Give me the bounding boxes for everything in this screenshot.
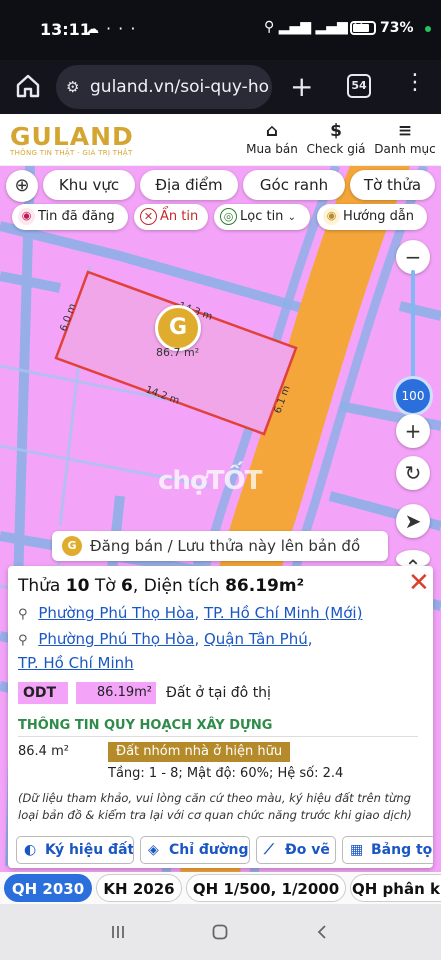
save-parcel-banner[interactable]: G Đăng bán / Lưu thửa này lên bản đồ: [52, 531, 388, 561]
zoom-level-handle[interactable]: 100: [393, 376, 433, 416]
nav-danh-muc[interactable]: ≡ Danh mục: [374, 120, 436, 156]
measure-button[interactable]: ⟋ Đo vẽ: [256, 836, 336, 864]
divider: [18, 736, 418, 737]
zoom-in-button[interactable]: +: [396, 414, 430, 448]
guland-logo[interactable]: GULAND THÔNG TIN THẬT - GIÁ TRỊ THẬT: [10, 122, 134, 157]
chevron-down-icon: ⌄: [287, 212, 296, 223]
land-code: ODT: [18, 682, 68, 704]
refresh-icon[interactable]: ↻: [396, 456, 430, 490]
battery-icon: [350, 21, 376, 35]
tab-khu-vuc[interactable]: Khu vực: [43, 170, 135, 200]
hide-icon: ✕: [140, 208, 157, 225]
zoom-slider-track[interactable]: [411, 270, 415, 392]
guland-pin-icon: G: [62, 536, 82, 556]
clock: 13:11: [40, 20, 91, 39]
close-icon[interactable]: ✕: [408, 568, 430, 598]
measure-icon: ⟋: [264, 842, 274, 858]
directions-button[interactable]: ◈ Chỉ đường: [140, 836, 250, 864]
site-settings-icon[interactable]: ⚙: [66, 78, 79, 96]
watermark: chợTỐT: [158, 466, 262, 496]
table-icon: ▦: [350, 842, 364, 858]
old-address: ⚲ Phường Phú Thọ Hòa, Quận Tân Phú,: [18, 630, 313, 648]
new-address: ⚲ Phường Phú Thọ Hòa, TP. Hồ Chí Minh (M…: [18, 604, 363, 622]
plan-meta: Tầng: 1 - 8; Mật độ: 60%; Hệ số: 2.4: [108, 766, 344, 781]
tab-goc-ranh[interactable]: Góc ranh: [243, 170, 345, 200]
city-link[interactable]: TP. Hồ Chí Minh: [18, 654, 134, 672]
map-pin-icon: ⚲: [18, 607, 28, 622]
site-header: GULAND THÔNG TIN THẬT - GIÁ TRỊ THẬT ⌂ M…: [0, 114, 441, 166]
address-bar[interactable]: ⚙ guland.vn/soi-quy-ho: [56, 65, 272, 109]
home-button-icon[interactable]: [212, 924, 228, 940]
tab-kh-2026[interactable]: KH 2026: [96, 874, 182, 902]
back-icon[interactable]: [314, 924, 330, 940]
system-nav-bar: [0, 904, 441, 960]
guide-icon: ◉: [323, 208, 340, 225]
ward-link[interactable]: Phường Phú Thọ Hòa: [38, 604, 194, 622]
directions-icon: ◈: [148, 842, 159, 858]
filter-pin-icon: ◎: [220, 208, 237, 225]
cloud-icon: ☁: [86, 22, 99, 37]
chip-an-tin[interactable]: ✕ Ẩn tin: [134, 204, 208, 230]
land-description: Đất ở tại đô thị: [166, 685, 271, 701]
section-title: THÔNG TIN QUY HOẠCH XÂY DỰNG: [18, 718, 273, 733]
land-legend-button[interactable]: ◐ Ký hiệu đất: [16, 836, 134, 864]
plan-area: 86.4 m²: [18, 744, 69, 759]
notification-dots-icon: · · ·: [106, 19, 137, 38]
parcel-info-card: ✕ Thửa 10 Tờ 6, Diện tích 86.19m² ⚲ Phườ…: [8, 566, 433, 868]
locate-me-button[interactable]: ⊕: [6, 170, 38, 202]
old-address-city: TP. Hồ Chí Minh: [18, 654, 134, 672]
chip-tin-da-dang[interactable]: ◉ Tin đã đăng: [12, 204, 128, 230]
hamburger-icon: ≡: [397, 121, 413, 141]
parcel-title: Thửa 10 Tờ 6, Diện tích 86.19m²: [18, 576, 305, 596]
district-link[interactable]: Quận Tân Phú: [204, 630, 308, 648]
palette-icon: ◐: [24, 842, 37, 858]
dollar-icon: $: [330, 121, 342, 141]
ward-link[interactable]: Phường Phú Thọ Hòa: [38, 630, 194, 648]
tab-dia-diem[interactable]: Địa điểm: [140, 170, 238, 200]
browser-toolbar: ⚙ guland.vn/soi-quy-ho + 54 ⋮: [0, 60, 441, 114]
chip-loc-tin[interactable]: ◎ Lọc tin ⌄: [214, 204, 310, 230]
tab-to-thua[interactable]: Tờ thửa: [350, 170, 435, 200]
nav-mua-ban[interactable]: ⌂ Mua bán: [246, 120, 298, 156]
navigate-icon[interactable]: ➤: [396, 504, 430, 538]
tab-qh-1-500[interactable]: QH 1/500, 1/2000: [186, 874, 346, 902]
tab-switcher-button[interactable]: 54: [347, 74, 371, 98]
tab-qh-phan-khu[interactable]: QH phân k: [350, 874, 441, 902]
plan-layer-tabs: QH 2030 KH 2026 QH 1/500, 1/2000 QH phân…: [0, 872, 441, 904]
recents-icon[interactable]: [110, 924, 126, 940]
map-pin-icon: ⚲: [18, 633, 28, 648]
zoom-out-button[interactable]: −: [396, 240, 430, 274]
plan-land-badge: Đất nhóm nhà ở hiện hữu: [108, 742, 291, 762]
privacy-dot-icon: [425, 26, 431, 32]
buildings-icon: ⌂: [265, 121, 279, 141]
disclaimer-note: (Dữ liệu tham khảo, vui lòng căn cứ theo…: [18, 791, 412, 822]
home-icon[interactable]: [14, 72, 42, 100]
url-text[interactable]: guland.vn/soi-quy-ho: [90, 77, 269, 97]
more-menu-icon[interactable]: ⋮: [404, 70, 426, 95]
tab-qh-2030[interactable]: QH 2030: [4, 874, 92, 902]
city-link[interactable]: TP. Hồ Chí Minh (Mới): [204, 604, 362, 622]
coordinates-table-button[interactable]: ▦ Bảng tọa: [342, 836, 433, 864]
parcel-area-label: 86.7 m²: [156, 346, 200, 359]
pin-icon: ◉: [18, 208, 35, 225]
parcel-marker-icon[interactable]: G: [155, 305, 201, 351]
new-tab-icon[interactable]: +: [290, 70, 313, 103]
nav-check-gia[interactable]: $ Check giá: [306, 120, 366, 156]
battery-percent: 73%: [380, 20, 414, 36]
status-bar: 13:11 ☁ · · · ⚲ ▂▄▆ ▂▄▆ ◠ 73%: [0, 0, 441, 60]
land-area: 86.19m²: [76, 682, 156, 704]
chip-huong-dan[interactable]: ◉ Hướng dẫn: [317, 204, 427, 230]
